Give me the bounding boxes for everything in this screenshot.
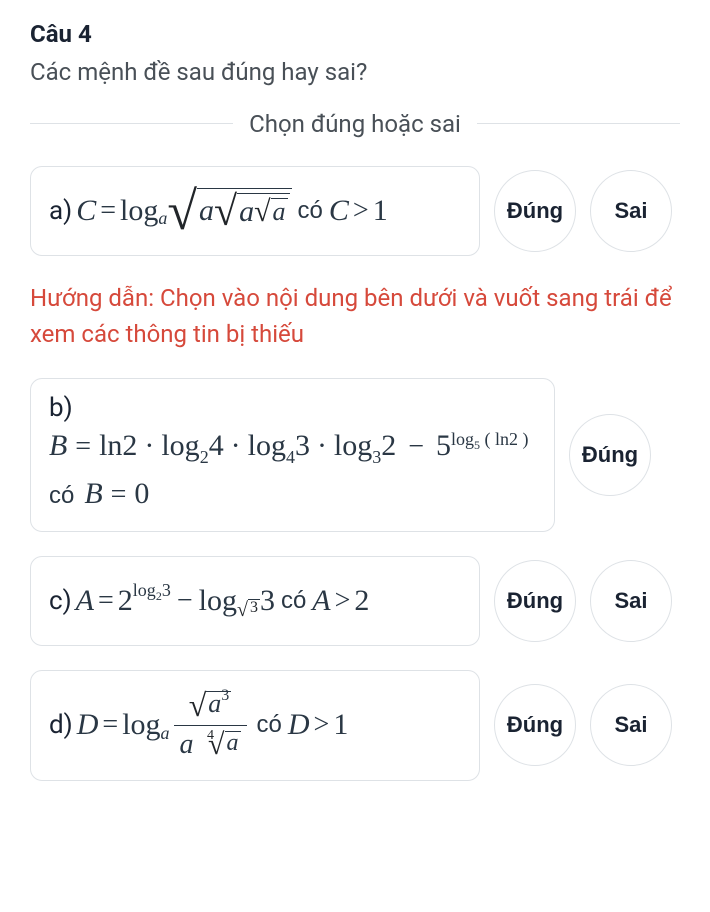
question-prompt: Các mệnh đề sau đúng hay sai? [30,56,680,90]
question-number: Câu 4 [30,20,680,48]
math-var-A2: A [312,584,330,618]
log-op: log [120,194,158,228]
false-button-d[interactable]: Sai [590,684,672,766]
hint-text: Hướng dẫn: Chọn vào nội dung bên dưới và… [30,280,680,352]
true-button-d[interactable]: Đúng [494,684,576,766]
item-row-b: b) B = ln2 · log24 · log43 · log32 − 5lo… [30,378,680,532]
has-word-d: có [251,711,288,739]
divider-label: Chọn đúng hoặc sai [233,110,477,138]
eq-sign-b: = [107,479,131,510]
equals-sign: = [71,431,95,462]
statement-box-a[interactable]: a) C = loga √ a √ a √ a có [30,166,480,256]
true-button-a[interactable]: Đúng [494,170,576,252]
math-var-B2: B [84,477,102,510]
false-button-c[interactable]: Sai [590,560,672,642]
equals-sign: = [96,195,120,227]
log-base-a: a [158,208,167,229]
question-header: Câu 4 Các mệnh đề sau đúng hay sai? [30,20,680,90]
statement-box-d[interactable]: d) D = loga √a3 a 4 √a có D > 1 [30,670,480,781]
has-word-b: có [49,482,80,509]
item-label-c: c) [49,586,72,616]
has-word: có [292,197,329,225]
statement-box-c[interactable]: c) A = 2log23 − log √3 3 có A > 2 [30,556,480,646]
math-var-A: A [76,584,94,618]
value-0: 0 [134,477,149,510]
statement-box-b[interactable]: b) B = ln2 · log24 · log43 · log32 − 5lo… [30,378,555,532]
item-label-d: d) [49,710,73,740]
item-row-d: d) D = loga √a3 a 4 √a có D > 1 Đúng Sai [30,670,680,781]
gt-sign-c: > [331,585,355,617]
math-var-C2: C [329,194,349,228]
false-button-a[interactable]: Sai [590,170,672,252]
item-label-a: a) [49,196,72,226]
equals-sign: = [94,585,118,617]
fraction: √a3 a 4 √a [174,689,247,762]
gt-sign: > [349,195,373,227]
gt-sign-d: > [310,709,334,741]
value-1: 1 [373,194,388,228]
true-button-b[interactable]: Đúng [569,414,651,496]
value-1-d: 1 [333,708,348,742]
math-var-D2: D [288,708,310,742]
equals-sign: = [98,709,122,741]
item-row-c: c) A = 2log23 − log √3 3 có A > 2 Đúng S… [30,556,680,646]
has-word-c: có [275,587,312,615]
item-row-a: a) C = loga √ a √ a √ a có [30,166,680,256]
value-2: 2 [354,584,369,618]
item-label-b: b) [49,393,73,423]
divider-line-right [477,123,680,124]
section-divider: Chọn đúng hoặc sai [30,110,680,138]
math-var-D: D [77,708,99,742]
sqrt-outer: √ a √ a √ a [167,188,291,234]
math-var-B: B [49,429,67,462]
true-button-c[interactable]: Đúng [494,560,576,642]
divider-line-left [30,123,233,124]
math-var-C: C [76,194,96,228]
